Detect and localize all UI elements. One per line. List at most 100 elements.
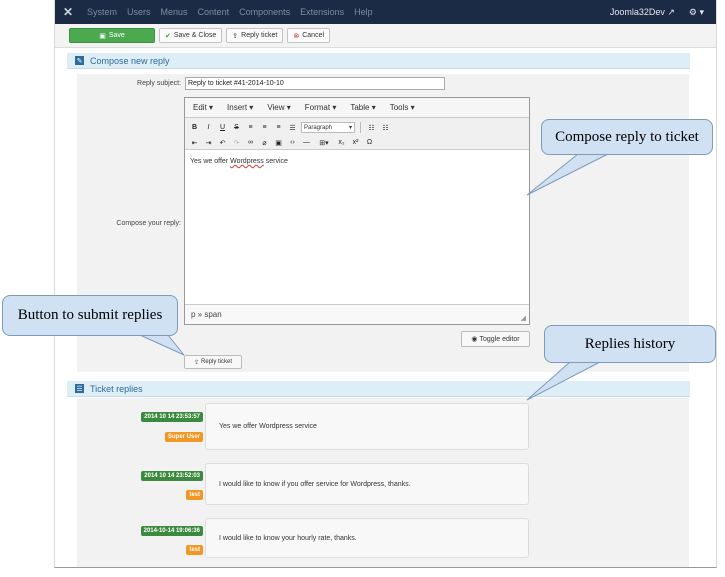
save-close-button[interactable]: ✔ Save & Close: [159, 28, 223, 43]
editor-menu-view[interactable]: View ▾: [267, 103, 290, 112]
reply-message: Yes we offer Wordpress service: [205, 403, 529, 450]
editor-menu-label: Tools: [389, 103, 409, 112]
editor-menu-label: Table: [350, 103, 370, 112]
reply-ticket-button[interactable]: ⇪ Reply ticket: [184, 355, 242, 369]
subject-label: Reply subject:: [137, 80, 181, 87]
underline-icon[interactable]: U: [217, 122, 228, 133]
reply-ticket-label: Reply ticket: [241, 32, 278, 39]
rich-text-editor: Edit ▾ Insert ▾ View ▾ Format ▾ Table ▾ …: [184, 97, 530, 325]
code-icon[interactable]: ‹›: [287, 137, 298, 148]
italic-icon[interactable]: I: [203, 122, 214, 133]
save-button[interactable]: ▣ Save: [69, 28, 155, 43]
editor-menu-edit[interactable]: Edit ▾: [193, 103, 213, 112]
editor-toolbar: B I U S ≡ ≡ ≡ ☰ Paragraph ▾ ☷ ☷ ⇤ ⇥ ↶ ↷ ∞…: [185, 118, 529, 150]
align-center-icon[interactable]: ≡: [259, 122, 270, 133]
link-icon[interactable]: ∞: [245, 137, 256, 148]
menu-help[interactable]: Help: [354, 7, 373, 17]
save-label: Save: [108, 32, 125, 39]
joomla-logo-icon[interactable]: ✕: [55, 0, 81, 24]
history-callout: Replies history: [544, 325, 716, 363]
image-icon[interactable]: ▣: [273, 137, 284, 148]
subject-input[interactable]: Reply to ticket #41-2014-10-10: [185, 77, 445, 90]
cancel-label: Cancel: [302, 32, 325, 39]
compose-callout: Compose reply to ticket: [541, 119, 713, 155]
menu-content[interactable]: Content: [198, 7, 230, 17]
menu-system[interactable]: System: [87, 7, 117, 17]
editor-menu-label: Insert: [227, 103, 248, 112]
reply-date-badge: 2014-10-14 19:06:36: [140, 526, 203, 536]
bold-icon[interactable]: B: [189, 122, 200, 133]
admin-window: ✕ System Users Menus Content Components …: [54, 0, 717, 568]
reply-ticket-toolbar-button[interactable]: ⇪ Reply ticket: [226, 28, 284, 43]
align-right-icon[interactable]: ≡: [273, 122, 284, 133]
reply-message: I would like to know if you offer servic…: [205, 463, 529, 505]
paragraph-select[interactable]: Paragraph ▾: [301, 122, 355, 133]
subscript-icon[interactable]: x₂: [336, 137, 347, 148]
compose-section-header: ✎ Compose new reply: [67, 53, 690, 69]
outdent-icon[interactable]: ⇤: [189, 137, 200, 148]
bullet-list-icon[interactable]: ☷: [366, 122, 377, 133]
cancel-icon: ⊗: [293, 32, 300, 40]
top-navbar: ✕ System Users Menus Content Components …: [55, 0, 716, 24]
submit-callout: Button to submit replies: [2, 295, 178, 336]
save-icon: ▣: [99, 32, 106, 40]
table-icon[interactable]: ⊞▾: [315, 137, 333, 148]
replies-section-header: ☰ Ticket replies: [67, 381, 690, 397]
menu-extensions[interactable]: Extensions: [300, 7, 344, 17]
reply-user-badge: test: [186, 490, 203, 500]
external-link-icon: ↗: [667, 6, 675, 17]
reply-label: Compose your reply:: [116, 220, 181, 227]
reply-message-text: I would like to know your hourly rate, t…: [219, 534, 357, 542]
menu-components[interactable]: Components: [239, 7, 290, 17]
editor-content[interactable]: Yes we offer Wordpress service: [185, 150, 529, 300]
editor-menu-table[interactable]: Table ▾: [350, 103, 375, 112]
indent-icon[interactable]: ⇥: [203, 137, 214, 148]
site-link[interactable]: Joomla32Dev ↗: [610, 7, 675, 18]
reply-message-text: I would like to know if you offer servic…: [219, 480, 411, 488]
editor-menu-insert[interactable]: Insert ▾: [227, 103, 253, 112]
editor-menu-label: View: [267, 103, 285, 112]
undo-icon[interactable]: ↶: [217, 137, 228, 148]
submit-callout-text: Button to submit replies: [17, 307, 163, 323]
reply-meta: 2014 10 14 23:53:57 Super User: [77, 412, 203, 442]
align-justify-icon[interactable]: ☰: [287, 122, 298, 133]
history-callout-text: Replies history: [584, 335, 676, 352]
editor-text-suffix: service: [263, 158, 288, 165]
gear-icon[interactable]: ⚙ ▾: [689, 7, 704, 18]
toggle-editor-button[interactable]: ◉ Toggle editor: [461, 331, 530, 347]
edit-icon: ✎: [75, 56, 84, 65]
reply-message-text: Yes we offer Wordpress service: [219, 423, 317, 430]
upload-icon: ⇪: [232, 32, 239, 40]
redo-icon[interactable]: ↷: [231, 137, 242, 148]
element-path: p » span: [191, 310, 222, 319]
special-character-icon[interactable]: Ω: [364, 137, 375, 148]
unlink-icon[interactable]: ⌀: [259, 137, 270, 148]
compose-callout-text: Compose reply to ticket: [555, 128, 699, 145]
reply-user-badge: test: [186, 545, 203, 555]
resize-grip-icon[interactable]: ◢: [521, 314, 526, 322]
align-left-icon[interactable]: ≡: [245, 122, 256, 133]
menu-menus[interactable]: Menus: [161, 7, 188, 17]
main-menu: System Users Menus Content Components Ex…: [87, 7, 373, 17]
editor-text-prefix: Yes we offer: [190, 158, 231, 165]
editor-menu-format[interactable]: Format ▾: [305, 103, 337, 112]
editor-menu-label: Edit: [193, 103, 207, 112]
eye-icon: ◉: [471, 336, 478, 343]
chevron-down-icon: ▾: [348, 125, 352, 131]
editor-menu-tools[interactable]: Tools ▾: [390, 103, 415, 112]
horizontal-rule-icon[interactable]: —: [301, 137, 312, 148]
paragraph-select-value: Paragraph: [304, 124, 333, 131]
reply-user-badge: Super User: [164, 432, 203, 442]
list-icon: ☰: [75, 384, 84, 393]
numbered-list-icon[interactable]: ☷: [380, 122, 391, 133]
check-icon: ✔: [165, 32, 171, 40]
strikethrough-icon[interactable]: S: [231, 122, 242, 133]
navbar-right: Joomla32Dev ↗ ⚙ ▾: [610, 7, 716, 18]
reply-date-badge: 2014 10 14 23:53:57: [141, 412, 203, 422]
menu-users[interactable]: Users: [127, 7, 151, 17]
save-close-label: Save & Close: [173, 32, 217, 39]
superscript-icon[interactable]: x²: [350, 137, 361, 148]
editor-menubar: Edit ▾ Insert ▾ View ▾ Format ▾ Table ▾ …: [185, 98, 529, 118]
reply-date-badge: 2014 10 14 23:52:03: [141, 471, 203, 481]
cancel-button[interactable]: ⊗ Cancel: [287, 28, 331, 43]
